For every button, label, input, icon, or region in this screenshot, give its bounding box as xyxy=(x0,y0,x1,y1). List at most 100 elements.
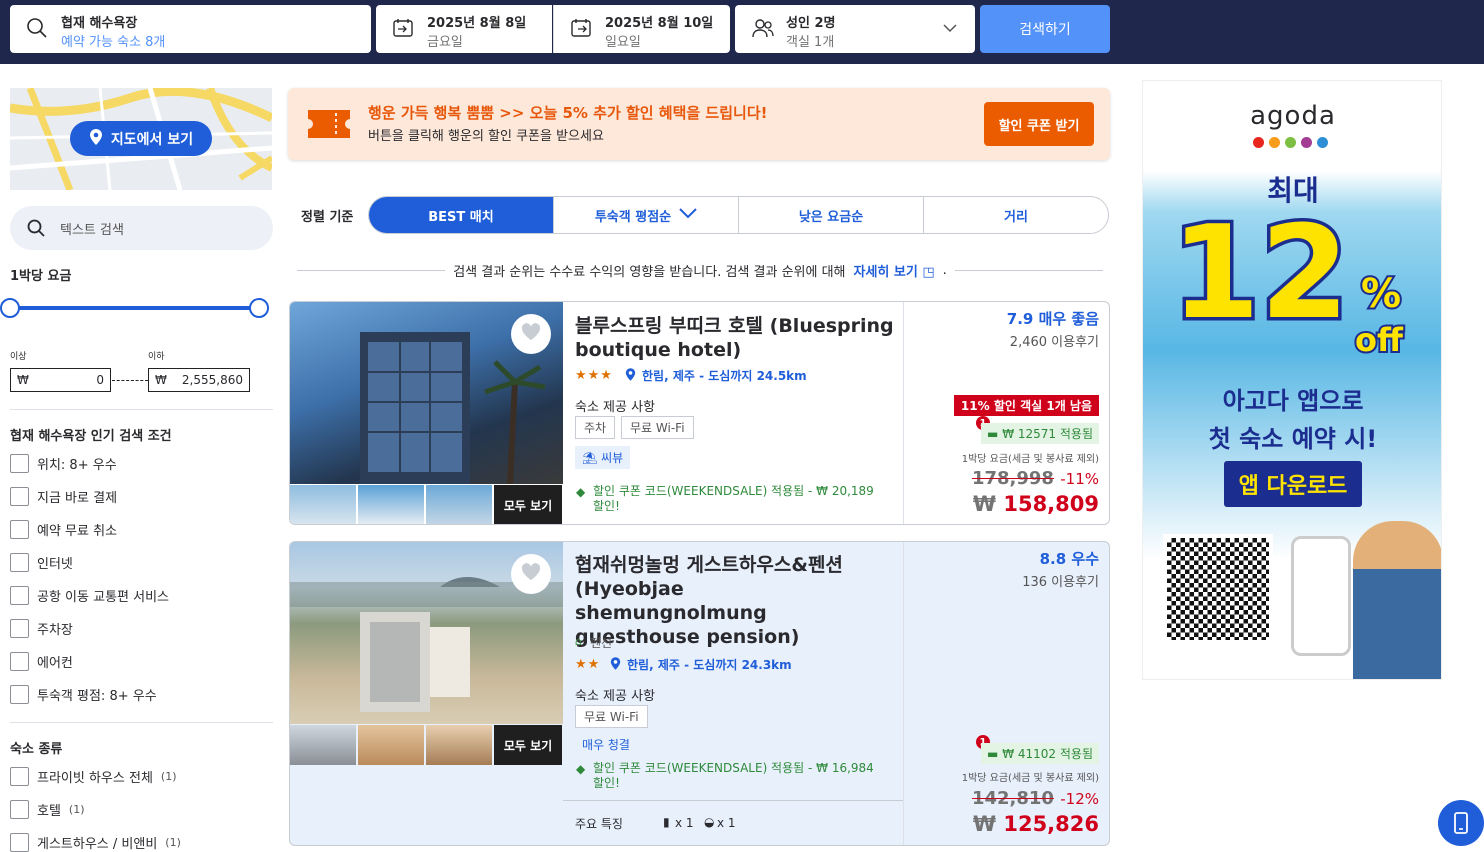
checkbox[interactable] xyxy=(10,685,29,704)
promo-title: 행운 가득 행복 뿜뿜 >> 오늘 5% 추가 할인 혜택을 드립니다! xyxy=(368,104,768,122)
hotel-name[interactable]: 협재쉬멍놀멍 게스트하우스&펜션 (Hyeobjae shemungnolmun… xyxy=(575,553,875,649)
filter-count: (1) xyxy=(160,770,177,783)
thumbnail[interactable] xyxy=(358,725,424,765)
sort-lowest-price[interactable]: 낮은 요금순 xyxy=(738,197,923,233)
destination-field[interactable]: 협재 해수욕장 예약 가능 숙소 8개 xyxy=(10,5,371,53)
chevron-down-icon xyxy=(943,22,957,37)
divider xyxy=(563,800,904,801)
app-download-button[interactable]: 앱 다운로드 xyxy=(1224,461,1362,507)
property-type-checkbox[interactable]: 호텔 (1) xyxy=(10,800,85,819)
filter-label: 에어컨 xyxy=(37,656,73,671)
price-slider-min-handle[interactable] xyxy=(0,298,20,318)
checkbox[interactable] xyxy=(10,586,29,605)
filter-label: 공항 이동 교통편 서비스 xyxy=(37,590,169,605)
final-price[interactable]: ₩ 158,809 xyxy=(973,492,1099,516)
filter-checkbox[interactable]: 인터넷 xyxy=(10,553,73,572)
star-rating: ★★ xyxy=(575,657,601,672)
ad-big-number: 12 xyxy=(1167,196,1352,352)
checkin-field[interactable]: 2025년 8월 8일 금요일 xyxy=(376,5,552,53)
see-all-photos-button[interactable]: 모두 보기 xyxy=(494,485,562,524)
house-icon: ⌂ xyxy=(575,635,582,648)
sort-distance[interactable]: 거리 xyxy=(923,197,1108,233)
hotel-location[interactable]: 한림, 제주 - 도심까지 24.5km xyxy=(642,367,807,384)
property-type-checkbox[interactable]: 게스트하우스 / 비앤비 (1) xyxy=(10,833,181,852)
review-count[interactable]: 136 이용후기 xyxy=(1022,571,1099,590)
review-score[interactable]: 8.8 우수 xyxy=(1040,548,1099,569)
coupon-applied-badge: ▬ ₩ 41102 적용됨 xyxy=(981,743,1099,764)
price-slider-max-handle[interactable] xyxy=(249,298,269,318)
people-icon xyxy=(751,17,775,43)
see-all-photos-button[interactable]: 모두 보기 xyxy=(494,725,562,765)
final-price[interactable]: ₩ 125,826 xyxy=(973,812,1099,836)
person-illustration xyxy=(1353,521,1441,679)
checkbox[interactable] xyxy=(10,487,29,506)
review-count[interactable]: 2,460 이용후기 xyxy=(1010,331,1099,350)
thumbnail[interactable] xyxy=(290,485,356,524)
filter-checkbox[interactable]: 지금 바로 결제 xyxy=(10,487,117,506)
filter-label: 프라이빗 하우스 전체 xyxy=(37,771,153,786)
bath-count: x 1 xyxy=(717,816,736,830)
checkout-field[interactable]: 2025년 8월 10일 일요일 xyxy=(553,5,730,53)
price-slider-track xyxy=(10,306,260,310)
favorite-button[interactable] xyxy=(511,314,551,354)
phone-icon xyxy=(1454,812,1468,838)
checkbox[interactable] xyxy=(10,454,29,473)
view-on-map-button[interactable]: 지도에서 보기 xyxy=(70,121,212,156)
property-type-checkbox[interactable]: 프라이빗 하우스 전체 (1) xyxy=(10,767,177,786)
checkbox[interactable] xyxy=(10,520,29,539)
search-button[interactable]: 검색하기 xyxy=(980,5,1110,53)
thumbnail[interactable] xyxy=(426,725,492,765)
external-link-icon: ◳ xyxy=(922,265,935,280)
promo-banner: 행운 가득 행복 뿜뿜 >> 오늘 5% 추가 할인 혜택을 드립니다! 버튼을… xyxy=(288,88,1110,160)
guests-field[interactable]: 성인 2명 객실 1개 xyxy=(735,5,975,53)
text-search-input[interactable]: 텍스트 검색 xyxy=(10,206,273,250)
mobile-app-button[interactable] xyxy=(1438,800,1484,846)
hotel-name[interactable]: 블루스프링 부띠크 호텔 (Bluespring boutique hotel) xyxy=(575,314,895,362)
heart-icon xyxy=(521,323,541,345)
checkbox[interactable] xyxy=(10,553,29,572)
learn-more-label: 자세히 보기 xyxy=(853,265,918,280)
thumbnail[interactable] xyxy=(290,725,356,765)
hotel-card[interactable]: 모두 보기 블루스프링 부띠크 호텔 (Bluespring boutique … xyxy=(289,301,1110,525)
amenities-label: 숙소 제공 사항 xyxy=(575,400,656,415)
agoda-app-ad[interactable]: agoda 최대 12 % off 아고다 앱으로 첫 숙소 예약 시! 앱 다… xyxy=(1142,80,1442,680)
coupon-icon: ▬ xyxy=(987,747,999,761)
hotel-card[interactable]: 모두 보기 협재쉬멍놀멍 게스트하우스&펜션 (Hyeobjae shemung… xyxy=(289,541,1110,846)
currency-symbol: ₩ xyxy=(972,492,997,516)
min-price-input[interactable]: ₩ 0 xyxy=(10,368,111,392)
rooms-value: 객실 1개 xyxy=(786,35,835,50)
coupon-applied-text: 할인 쿠폰 코드(WEEKENDSALE) 적용됨 - ₩ 16,984 할인! xyxy=(593,761,874,790)
checkbox[interactable] xyxy=(10,800,29,819)
filter-checkbox[interactable]: 예약 무료 취소 xyxy=(10,520,117,539)
checkbox[interactable] xyxy=(10,652,29,671)
disclaimer-end: . xyxy=(942,263,947,278)
filter-label: 게스트하우스 / 비앤비 xyxy=(37,837,158,852)
checkbox[interactable] xyxy=(10,619,29,638)
original-price-value: 178,998 xyxy=(971,468,1054,489)
divider xyxy=(297,270,446,271)
max-price-input[interactable]: ₩ 2,555,860 xyxy=(148,368,250,392)
filter-checkbox[interactable]: 에어컨 xyxy=(10,652,73,671)
thumbnail[interactable] xyxy=(426,485,492,524)
checkbox[interactable] xyxy=(10,833,29,852)
checkbox[interactable] xyxy=(10,767,29,786)
currency-symbol: ₩ xyxy=(972,812,997,836)
filter-checkbox[interactable]: 공항 이동 교통편 서비스 xyxy=(10,586,169,605)
qr-code xyxy=(1163,534,1273,644)
hotel-location[interactable]: 한림, 제주 - 도심까지 24.3km xyxy=(627,656,792,673)
filter-checkbox[interactable]: 위치: 8+ 우수 xyxy=(10,454,117,473)
filter-checkbox[interactable]: 투숙객 평점: 8+ 우수 xyxy=(10,685,157,704)
chevron-down-icon xyxy=(679,207,697,223)
learn-more-link[interactable]: 자세히 보기 ◳ xyxy=(854,261,935,280)
filter-checkbox[interactable]: 주차장 xyxy=(10,619,73,638)
get-coupon-button[interactable]: 할인 쿠폰 받기 xyxy=(984,102,1094,146)
sort-guest-rating[interactable]: 투숙객 평점순 xyxy=(553,197,738,233)
guests-value: 성인 2명 xyxy=(786,16,836,31)
thumbnail[interactable] xyxy=(358,485,424,524)
min-price-label: 이상 xyxy=(10,352,27,362)
review-score[interactable]: 7.9 매우 좋음 xyxy=(1007,308,1099,329)
bathtub-icon: ◒ xyxy=(704,815,715,829)
sort-best-match[interactable]: BEST 매치 xyxy=(369,197,553,233)
favorite-button[interactable] xyxy=(511,554,551,594)
map-pin-icon xyxy=(610,656,621,675)
